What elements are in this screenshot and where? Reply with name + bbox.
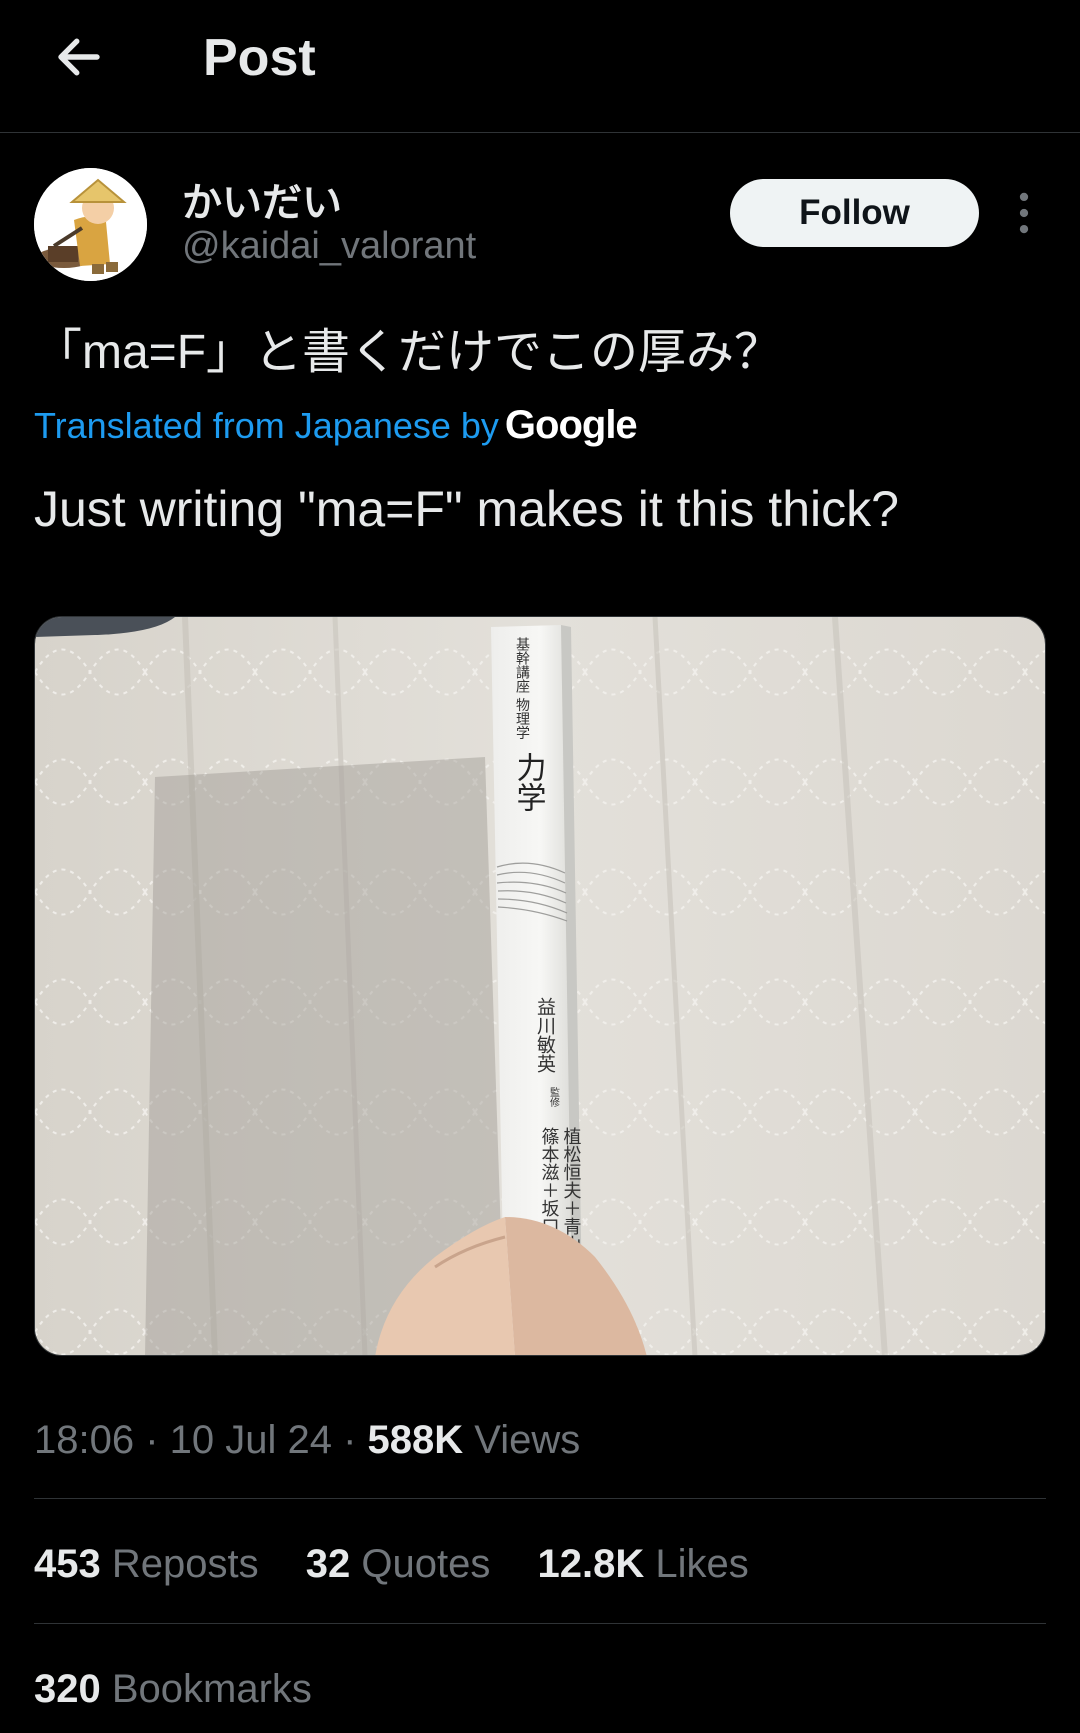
book-title-text: 力学 bbox=[511, 752, 546, 812]
top-bar: Post bbox=[0, 0, 1080, 133]
book-series-text: 基幹講座 物理学 bbox=[514, 636, 530, 739]
quotes-count: 32 bbox=[305, 1542, 351, 1586]
quotes-stat[interactable]: 32 Quotes bbox=[306, 1542, 491, 1586]
translation-label: Translated from Japanese by bbox=[34, 405, 499, 446]
bookmarks-stat[interactable]: 320 Bookmarks bbox=[34, 1667, 312, 1712]
more-options-icon[interactable] bbox=[1010, 190, 1038, 236]
avatar[interactable] bbox=[34, 168, 147, 281]
reposts-count: 453 bbox=[34, 1542, 101, 1586]
quotes-label: Quotes bbox=[361, 1542, 491, 1586]
views-label: Views bbox=[474, 1418, 581, 1462]
engagement-stats: 453 Reposts 32 Quotes 12.8K Likes bbox=[34, 1542, 785, 1587]
divider bbox=[34, 1498, 1046, 1499]
follow-button[interactable]: Follow bbox=[730, 179, 979, 247]
page-title: Post bbox=[203, 29, 316, 87]
reposts-label: Reposts bbox=[111, 1542, 259, 1586]
post-image[interactable]: 基幹講座 物理学 力学 益川敏英 監修 植松恒夫＋青山秀明 編集 篠本滋＋坂口英… bbox=[34, 616, 1046, 1356]
views-count: 588K bbox=[367, 1418, 464, 1462]
author-display-name[interactable]: かいだい bbox=[182, 170, 342, 228]
book-photo-image: 基幹講座 物理学 力学 益川敏英 監修 植松恒夫＋青山秀明 編集 篠本滋＋坂口英… bbox=[35, 617, 1045, 1355]
avatar-illustration-icon bbox=[34, 168, 147, 281]
book-supervisor-role: 監修 bbox=[548, 1086, 560, 1108]
bookmarks-label: Bookmarks bbox=[111, 1667, 312, 1711]
post-date[interactable]: 10 Jul 24 bbox=[170, 1418, 332, 1462]
translation-attribution[interactable]: Translated from Japanese by Google bbox=[34, 403, 638, 448]
divider bbox=[34, 1623, 1046, 1624]
likes-count: 12.8K bbox=[537, 1542, 645, 1586]
post-meta: 18:06 · 10 Jul 24 · 588K Views bbox=[34, 1418, 581, 1462]
google-logo: Google bbox=[504, 403, 638, 447]
likes-label: Likes bbox=[655, 1542, 749, 1586]
likes-stat[interactable]: 12.8K Likes bbox=[537, 1542, 748, 1586]
reposts-stat[interactable]: 453 Reposts bbox=[34, 1542, 259, 1586]
author-handle[interactable]: @kaidai_valorant bbox=[182, 225, 476, 268]
post-original-text: 「ma=F」と書くだけでこの厚み？ bbox=[34, 326, 783, 379]
book-supervisor-text: 益川敏英 bbox=[534, 997, 556, 1073]
bookmarks-count: 320 bbox=[34, 1667, 101, 1711]
back-arrow-icon[interactable] bbox=[52, 30, 106, 84]
post-time[interactable]: 18:06 bbox=[34, 1418, 134, 1462]
post-translated-text: Just writing "ma=F" makes it this thick? bbox=[34, 481, 899, 537]
